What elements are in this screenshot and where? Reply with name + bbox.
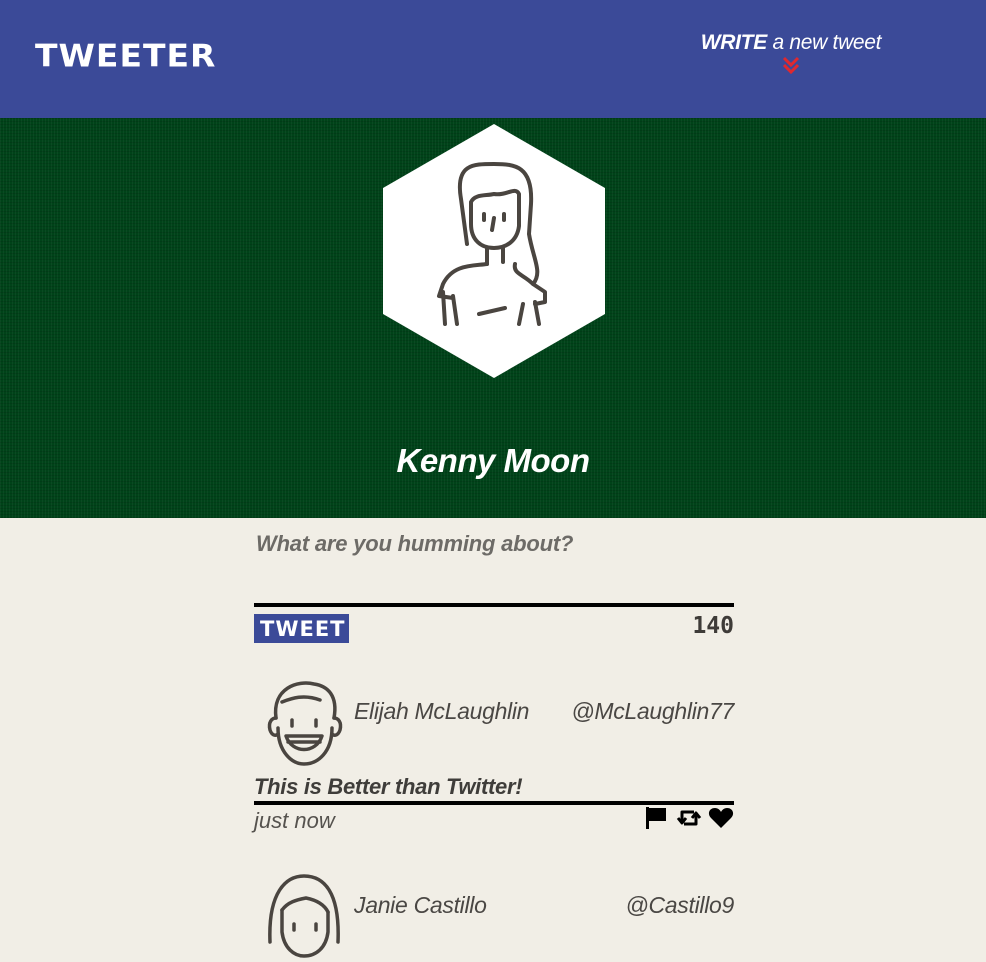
tweet-input[interactable]: What are you humming about?	[256, 531, 734, 557]
compose-divider	[254, 603, 734, 607]
tweet-author-handle[interactable]: @McLaughlin77	[571, 698, 734, 725]
smiling-man-avatar-icon	[267, 681, 343, 766]
profile-avatar	[383, 124, 605, 378]
char-counter: 140	[692, 613, 734, 639]
brand-logo[interactable]: TWEETER	[35, 37, 216, 74]
tweet-author-name[interactable]: Elijah McLaughlin	[354, 698, 529, 725]
write-tweet-toggle[interactable]: WRITE a new tweet	[698, 31, 884, 75]
woman-avatar-icon	[268, 874, 340, 958]
double-chevron-down-icon[interactable]	[781, 55, 801, 75]
write-tweet-label: WRITE a new tweet	[700, 31, 882, 54]
profile-header: Kenny Moon	[0, 118, 986, 518]
tweet-author-name[interactable]: Janie Castillo	[354, 892, 487, 919]
tweet-text: This is Better than Twitter!	[254, 774, 523, 799]
flag-icon[interactable]	[644, 806, 670, 830]
tweet-actions	[644, 806, 734, 830]
tweet-divider	[254, 801, 734, 805]
profile-name: Kenny Moon	[396, 442, 590, 479]
tweet-author-handle[interactable]: @Castillo9	[625, 892, 734, 919]
tweet-timestamp: just now	[254, 808, 335, 833]
nav-bar: TWEETER WRITE a new tweet	[0, 0, 986, 118]
heart-icon[interactable]	[708, 806, 734, 830]
tweet-button[interactable]: TWEET	[254, 614, 349, 643]
retweet-icon[interactable]	[676, 806, 702, 830]
